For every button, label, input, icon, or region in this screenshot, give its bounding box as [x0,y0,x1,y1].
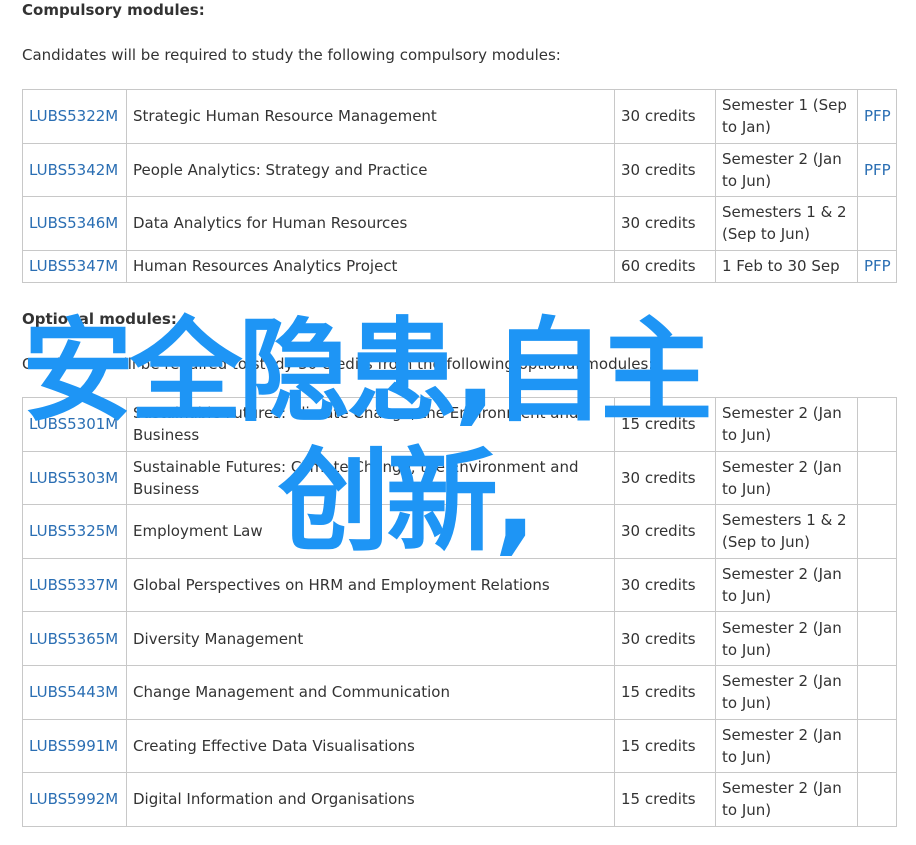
compulsory-intro: Candidates will be required to study the… [22,46,561,64]
module-semester: Semester 2 (Jan to Jun) [715,557,858,613]
module-credits: 30 credits [614,611,716,666]
table-row: LUBS5992M Digital Information and Organi… [22,772,897,827]
compulsory-modules-table: LUBS5322M Strategic Human Resource Manag… [22,89,897,283]
table-row: LUBS5991M Creating Effective Data Visual… [22,718,897,774]
module-semester: Semester 2 (Jan to Jun) [715,450,858,506]
module-title: Digital Information and Organisations [126,772,615,827]
optional-intro: Candidates will be required to study 30 … [22,355,654,373]
table-row: LUBS5443M Change Management and Communic… [22,664,897,720]
pfp-cell [857,504,897,559]
module-credits: 15 credits [614,772,716,827]
module-semester: 1 Feb to 30 Sep [715,249,858,283]
module-code-link[interactable]: LUBS5301M [29,415,118,433]
table-row: LUBS5347M Human Resources Analytics Proj… [22,249,897,283]
pfp-link[interactable]: PFP [864,161,891,179]
module-title: Creating Effective Data Visualisations [126,718,615,774]
module-code-link[interactable]: LUBS5342M [29,161,118,179]
module-title: People Analytics: Strategy and Practice [126,142,615,198]
table-row: LUBS5303M Sustainable Futures: Climate C… [22,450,897,506]
pfp-cell [857,772,897,827]
module-title: Diversity Management [126,611,615,666]
module-semester: Semester 2 (Jan to Jun) [715,718,858,774]
table-row: LUBS5365M Diversity Management 30 credit… [22,611,897,666]
pfp-link[interactable]: PFP [864,107,891,125]
pfp-cell [857,196,897,251]
module-title: Sustainable Futures: Climate Change, the… [126,397,615,452]
pfp-cell [857,718,897,774]
module-credits: 60 credits [614,249,716,283]
module-semester: Semesters 1 & 2 (Sep to Jun) [715,196,858,251]
module-credits: 15 credits [614,397,716,452]
pfp-cell [857,664,897,720]
pfp-cell [857,557,897,613]
module-semester: Semester 2 (Jan to Jun) [715,664,858,720]
module-code-link[interactable]: LUBS5443M [29,683,118,701]
module-credits: 15 credits [614,718,716,774]
optional-heading: Optional modules: [22,310,177,328]
compulsory-heading: Compulsory modules: [22,1,205,19]
pfp-cell [857,397,897,452]
module-code-link[interactable]: LUBS5325M [29,522,118,540]
module-title: Change Management and Communication [126,664,615,720]
table-row: LUBS5346M Data Analytics for Human Resou… [22,196,897,251]
table-row: LUBS5337M Global Perspectives on HRM and… [22,557,897,613]
pfp-link[interactable]: PFP [864,257,891,275]
module-code-link[interactable]: LUBS5365M [29,630,118,648]
module-credits: 15 credits [614,664,716,720]
module-code-link[interactable]: LUBS5322M [29,107,118,125]
module-title: Data Analytics for Human Resources [126,196,615,251]
module-code-link[interactable]: LUBS5347M [29,257,118,275]
module-credits: 30 credits [614,504,716,559]
pfp-cell [857,611,897,666]
module-credits: 30 credits [614,89,716,144]
table-row: LUBS5342M People Analytics: Strategy and… [22,142,897,198]
module-title: Strategic Human Resource Management [126,89,615,144]
module-code-link[interactable]: LUBS5303M [29,469,118,487]
module-code-link[interactable]: LUBS5346M [29,214,118,232]
module-code-link[interactable]: LUBS5337M [29,576,118,594]
module-credits: 30 credits [614,450,716,506]
module-code-link[interactable]: LUBS5992M [29,790,118,808]
module-credits: 30 credits [614,142,716,198]
module-title: Human Resources Analytics Project [126,249,615,283]
module-code-link[interactable]: LUBS5991M [29,737,118,755]
table-row: LUBS5301M Sustainable Futures: Climate C… [22,397,897,452]
module-semester: Semester 2 (Jan to Jun) [715,397,858,452]
module-semester: Semester 2 (Jan to Jun) [715,142,858,198]
module-semester: Semester 2 (Jan to Jun) [715,772,858,827]
module-credits: 30 credits [614,196,716,251]
module-semester: Semester 2 (Jan to Jun) [715,611,858,666]
module-semester: Semesters 1 & 2 (Sep to Jun) [715,504,858,559]
module-title: Employment Law [126,504,615,559]
optional-modules-table: LUBS5301M Sustainable Futures: Climate C… [22,397,897,827]
module-semester: Semester 1 (Sep to Jan) [715,89,858,144]
table-row: LUBS5322M Strategic Human Resource Manag… [22,89,897,144]
module-credits: 30 credits [614,557,716,613]
pfp-cell [857,450,897,506]
module-title: Global Perspectives on HRM and Employmen… [126,557,615,613]
table-row: LUBS5325M Employment Law 30 credits Seme… [22,504,897,559]
module-title: Sustainable Futures: Climate Change, the… [126,450,615,506]
